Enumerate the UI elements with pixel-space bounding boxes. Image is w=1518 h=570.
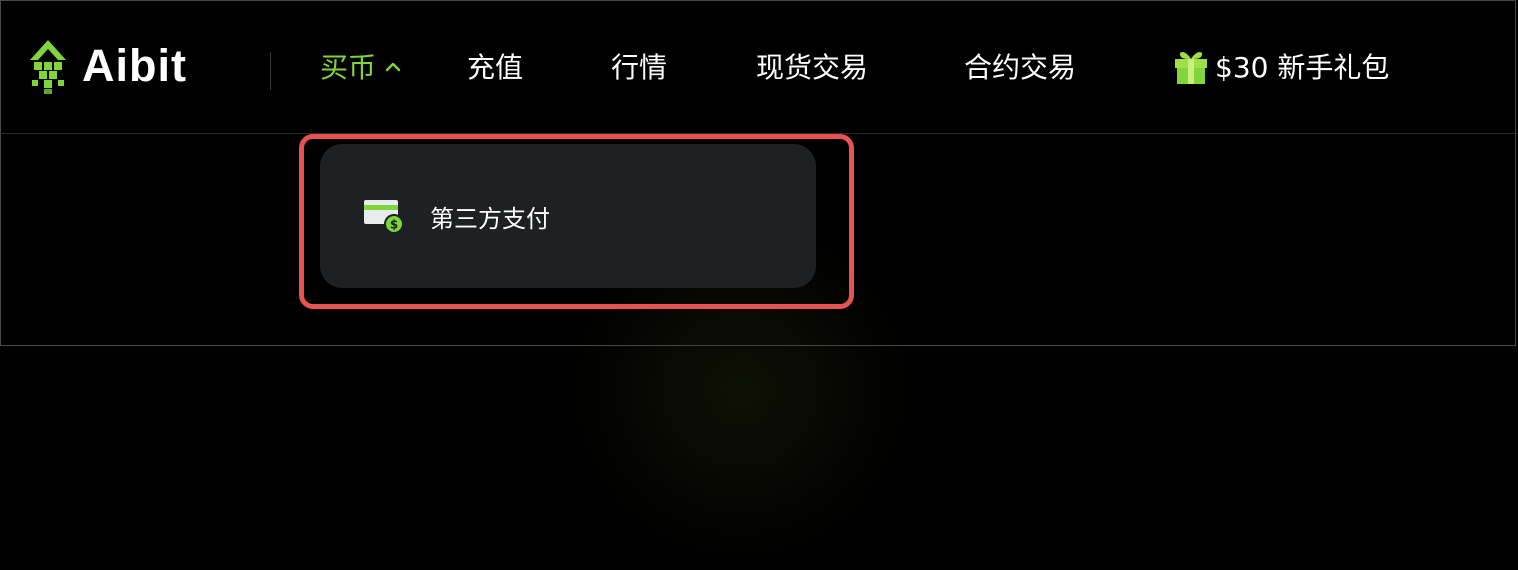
dropdown-item-third-party-payment[interactable]: $ 第三方支付 [362,196,550,236]
gift-icon [1175,52,1207,84]
nav-spot-trading-label: 现货交易 [756,51,869,84]
logo-text: Aibit [82,40,187,91]
nav-newbie-gift[interactable]: $30 新手礼包 [1171,48,1389,88]
nav-markets[interactable]: 行情 [611,48,667,88]
nav-deposit[interactable]: 充值 [467,48,523,88]
svg-text:$: $ [390,218,398,232]
logo[interactable]: Aibit [22,38,187,94]
nav-buy-crypto[interactable]: 买币 [320,48,402,88]
nav-futures-trading[interactable]: 合约交易 [964,48,1076,88]
nav-newbie-gift-label: $30 新手礼包 [1215,51,1390,84]
dropdown-item-label: 第三方支付 [430,204,550,233]
chevron-up-icon [385,62,401,72]
nav-buy-crypto-label: 买币 [320,51,377,84]
nav-spot-trading[interactable]: 现货交易 [756,48,868,88]
payment-card-icon: $ [364,200,404,234]
top-navbar: Aibit 买币 充值 行情 现货交易 合约交易 $30 新手礼包 [0,0,1518,134]
nav-futures-trading-label: 合约交易 [964,51,1077,84]
aibit-logo-icon [30,40,66,94]
nav-deposit-label: 充值 [467,51,524,84]
nav-markets-label: 行情 [611,51,668,84]
buy-crypto-dropdown: $ 第三方支付 [320,144,816,288]
logo-divider [270,52,271,90]
